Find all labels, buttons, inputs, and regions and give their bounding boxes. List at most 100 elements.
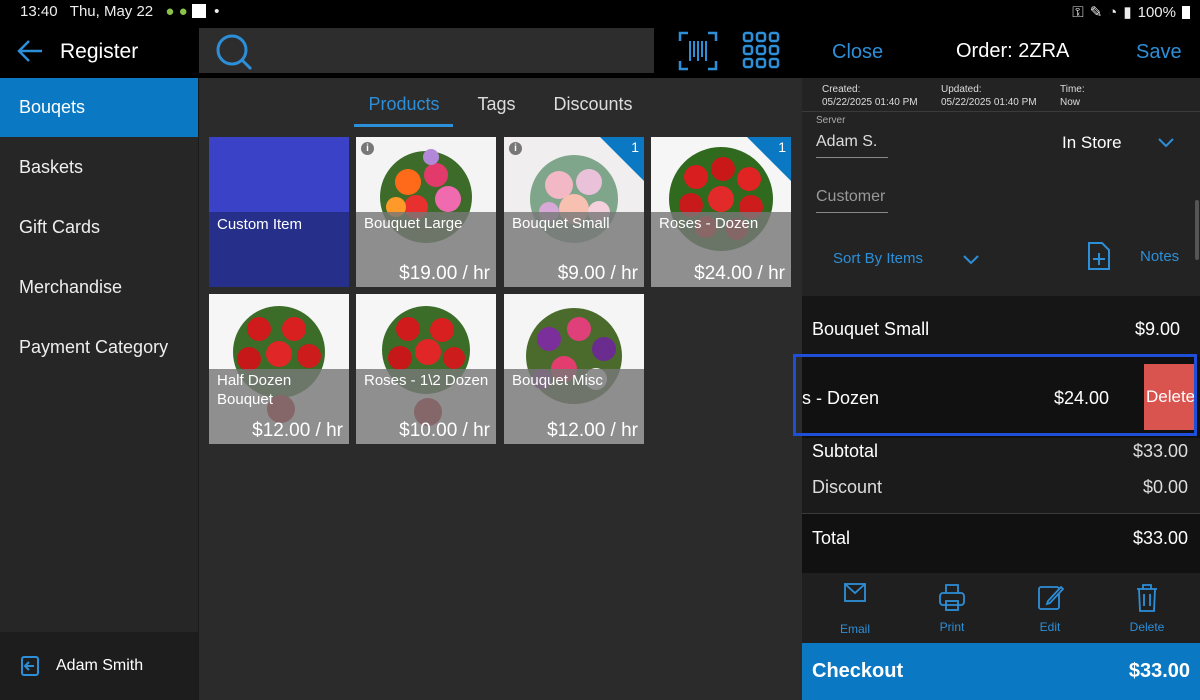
barcode-scan-icon[interactable] [678,31,718,71]
product-tile-half-dozen-bouquet[interactable]: Half Dozen Bouquet $12.00 / hr [209,294,349,444]
logout-icon [21,656,39,676]
product-tabs: Products Tags Discounts [199,78,802,128]
save-button[interactable]: Save [1136,41,1182,64]
discount-value: $0.00 [1142,477,1188,497]
server-label: Server [816,115,846,126]
product-price: $10.00 / hr [399,420,490,441]
line-item-price: $24.00 [1054,388,1110,408]
time-info: Time: Now [1060,83,1085,109]
sidebar-item-merchandise[interactable]: Merchandise [0,258,198,317]
user-name: Adam Smith [56,657,144,674]
time-value: Now [1060,97,1081,108]
scrollbar[interactable] [1195,200,1199,260]
tab-discounts[interactable]: Discounts [540,78,647,127]
top-bar: Register Close Order: 2ZRA Save [0,24,1200,78]
status-right: ⚿ ✎ ◔ ▮ 100% [1072,3,1190,21]
created-label: Created: [822,84,861,95]
status-time: 13:40 [20,3,58,20]
quantity-badge-count: 1 [778,139,786,155]
delete-label: Delete [1129,620,1165,634]
total-label: Total [812,528,851,548]
order-line-item[interactable]: Bouquet Small $9.00 [802,296,1200,356]
order-title: Order: 2ZRA [956,40,1070,62]
search-icon [216,34,253,71]
checkout-label: Checkout [812,660,904,682]
product-price: $12.00 / hr [252,420,343,441]
server-underline [816,157,888,158]
product-tile-bouquet-large[interactable]: i Bouquet Large $19.00 / hr [356,137,496,287]
delete-order-button[interactable]: Delete [1107,581,1187,634]
search-input[interactable] [199,28,654,73]
sidebar-item-bouqets[interactable]: Bouqets [0,78,198,137]
edit-icon [1038,585,1065,610]
product-name: Half Dozen Bouquet [217,372,292,408]
chevron-down-icon[interactable] [962,253,980,267]
product-tile-custom-item[interactable]: Custom Item [209,137,349,287]
close-button[interactable]: Close [832,41,883,64]
line-item-price: $9.00 [1134,319,1180,339]
product-name: Bouquet Misc [512,372,603,389]
battery-text: 100% [1137,3,1176,21]
product-name: Roses - 1\2 Dozen [364,372,489,389]
page-title: Register [60,40,139,63]
sort-select[interactable]: Sort By Items [833,250,923,267]
status-left: 13:40 Thu, May 22 ● ● • [20,3,219,20]
info-icon[interactable]: i [361,142,374,155]
product-price: $9.00 / hr [557,263,638,284]
product-name: Bouquet Large [364,215,463,232]
totals-section: Subtotal $33.00 Discount $0.00 [802,438,1200,513]
line-item-name: Bouquet Small [812,319,930,339]
tab-products[interactable]: Products [354,78,454,127]
divider [802,111,1200,112]
product-tile-bouquet-misc[interactable]: Bouquet Misc $12.00 / hr [504,294,644,444]
category-sidebar: Bouqets Baskets Gift Cards Merchandise P… [0,78,198,700]
checkout-button[interactable]: Checkout $33.00 [802,643,1200,700]
swipe-delete-button[interactable]: Delete [1144,364,1194,430]
order-actions: Email Print Edit Delete [802,573,1200,643]
order-panel: Created: 05/22/2025 01:40 PM Updated: 05… [793,78,1200,700]
sidebar-item-gift-cards[interactable]: Gift Cards [0,198,198,257]
updated-info: Updated: 05/22/2025 01:40 PM [941,83,1037,109]
product-tile-bouquet-small[interactable]: i 1 Bouquet Small $9.00 / hr [504,137,644,287]
android-icon: ● [165,3,175,20]
info-icon[interactable]: i [509,142,522,155]
print-button[interactable]: Print [912,581,992,634]
product-name: Bouquet Small [512,215,610,232]
order-line-item-swiped[interactable]: s - Dozen $24.00 Delete [793,354,1200,438]
signal-icon: ▮ [1123,4,1132,21]
wifi-icon: ◔ [1108,3,1118,21]
keypad-icon[interactable] [742,31,782,71]
sidebar-item-payment-category[interactable]: Payment Category [0,318,198,377]
time-label: Time: [1060,84,1085,95]
product-tile-roses-dozen[interactable]: 1 Roses - Dozen $24.00 / hr [651,137,791,287]
notes-button[interactable]: Notes [1140,248,1179,265]
subtotal-value: $33.00 [1132,441,1188,461]
key-icon: ⚿ [1072,3,1084,21]
customer-field[interactable]: Customer [816,188,885,206]
product-price: $19.00 / hr [399,263,490,284]
product-area: Products Tags Discounts Custom Item i Bo… [199,78,802,700]
email-button[interactable]: Email [815,581,895,636]
trash-icon [1137,584,1157,612]
sidebar-item-baskets[interactable]: Baskets [0,138,198,197]
printer-icon [939,584,965,611]
product-tile-roses-half-dozen[interactable]: Roses - 1\2 Dozen $10.00 / hr [356,294,496,444]
server-field[interactable]: Adam S. [816,133,877,151]
edit-button[interactable]: Edit [1010,581,1090,634]
back-arrow-icon[interactable] [16,37,44,65]
order-type-select[interactable]: In Store [1062,133,1122,153]
image-icon [191,4,206,18]
created-info: Created: 05/22/2025 01:40 PM [822,83,918,109]
total-value: $33.00 [1132,528,1188,548]
chevron-down-icon[interactable] [1157,136,1175,150]
line-item-name: s - Dozen [802,388,880,408]
user-footer[interactable]: Adam Smith [0,632,198,700]
android-icon: ● [178,3,188,20]
tab-tags[interactable]: Tags [463,78,529,127]
edit-label: Edit [1039,620,1061,634]
checkout-total: $33.00 [1128,660,1190,682]
dot-icon: • [209,3,220,20]
status-date: Thu, May 22 [69,3,154,20]
customer-underline [816,212,888,213]
add-note-icon[interactable] [1086,241,1112,271]
